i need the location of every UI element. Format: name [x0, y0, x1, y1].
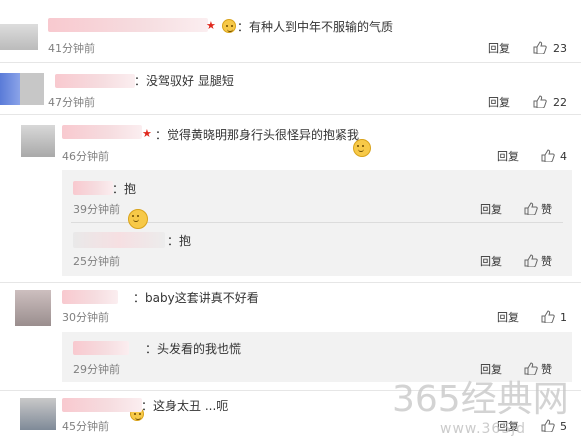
comment-text: ：baby这套讲真不好看	[133, 291, 259, 305]
reply-button[interactable]: 回复	[488, 96, 510, 109]
thumb-up-icon[interactable]	[533, 95, 547, 108]
username-blurred[interactable]	[62, 125, 142, 139]
avatar[interactable]	[0, 24, 38, 50]
username-blurred[interactable]	[62, 398, 142, 412]
username-blurred[interactable]	[73, 181, 113, 195]
comment-text: ：有种人到中年不服输的气质	[237, 20, 394, 34]
comment-time: 30分钟前	[62, 311, 109, 324]
reply-button[interactable]: 回复	[480, 203, 502, 216]
avatar[interactable]	[21, 125, 55, 157]
like-label[interactable]: 赞	[541, 255, 552, 268]
like-count: 22	[553, 96, 567, 109]
thumb-up-icon[interactable]	[541, 419, 555, 432]
avatar[interactable]	[15, 290, 51, 326]
like-count: 5	[560, 420, 567, 433]
divider	[0, 114, 581, 115]
smiley-emoji-icon	[128, 209, 148, 229]
thumb-up-icon[interactable]	[541, 149, 555, 162]
star-icon: ★	[206, 19, 216, 32]
reply-text: ：抱	[112, 182, 137, 196]
avatar[interactable]	[20, 398, 56, 430]
reply-button[interactable]: 回复	[480, 363, 502, 376]
reply-time: 29分钟前	[73, 363, 120, 376]
comment-text: ：没驾驭好 显腿短	[134, 74, 234, 88]
avatar[interactable]	[0, 73, 44, 105]
comment-time: 46分钟前	[62, 150, 109, 163]
star-icon: ★	[142, 127, 152, 140]
like-label[interactable]: 赞	[541, 203, 552, 216]
like-count: 4	[560, 150, 567, 163]
thumb-up-icon[interactable]	[524, 362, 538, 375]
thumb-up-icon[interactable]	[524, 254, 538, 267]
comment-time: 47分钟前	[48, 96, 95, 109]
divider	[0, 282, 581, 283]
thumb-up-icon[interactable]	[533, 41, 547, 54]
like-count: 1	[560, 311, 567, 324]
comment-text: ：这身太丑 ...呃	[141, 399, 229, 413]
comment-time: 41分钟前	[48, 42, 95, 55]
watermark-sub: www.365jd	[440, 421, 527, 437]
smiley-emoji-icon	[353, 139, 371, 157]
like-count: 23	[553, 42, 567, 55]
reply-button[interactable]: 回复	[497, 150, 519, 163]
username-blurred[interactable]	[73, 341, 129, 355]
comment-text: ：觉得黄晓明那身行头很怪异的抱紧我	[155, 128, 360, 142]
divider	[0, 62, 581, 63]
thumb-up-icon[interactable]	[541, 310, 555, 323]
username-blurred[interactable]	[55, 74, 135, 88]
reply-text: ：抱	[167, 234, 192, 248]
reply-button[interactable]: 回复	[497, 311, 519, 324]
thumb-up-icon[interactable]	[524, 202, 538, 215]
reply-text: ：头发看的我也慌	[145, 342, 242, 356]
comment-item: ★ ：有种人到中年不服输的气质 41分钟前 回复 23	[0, 0, 581, 55]
smiley-emoji-icon	[222, 19, 236, 33]
username-blurred[interactable]	[73, 232, 165, 248]
reply-button[interactable]: 回复	[488, 42, 510, 55]
reply-button[interactable]: 回复	[480, 255, 502, 268]
comment-time: 45分钟前	[62, 420, 109, 433]
reply-time: 39分钟前	[73, 203, 120, 216]
like-label[interactable]: 赞	[541, 363, 552, 376]
watermark-main: 365经典网	[392, 379, 569, 420]
reply-time: 25分钟前	[73, 255, 120, 268]
username-blurred[interactable]	[48, 18, 208, 32]
username-blurred[interactable]	[62, 290, 118, 304]
